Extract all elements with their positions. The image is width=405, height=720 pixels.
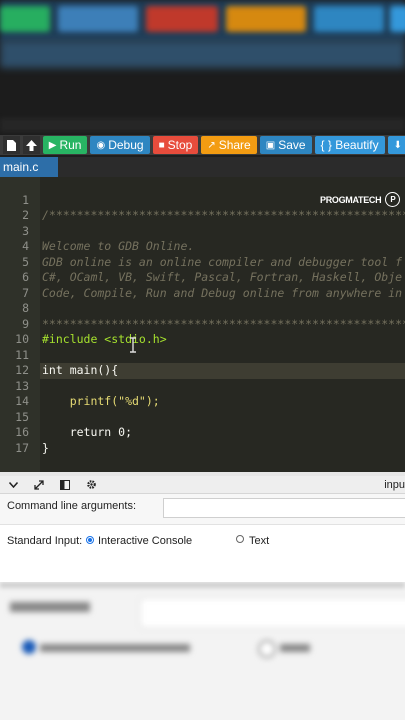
gear-icon[interactable] bbox=[78, 476, 104, 493]
code-line: 6 Code, Compile, Run and Debug online fr… bbox=[22, 270, 403, 300]
io-panel: inpu Command line arguments: Standard In… bbox=[0, 476, 405, 582]
chevron-down-icon[interactable] bbox=[0, 476, 26, 493]
panel-toolbar: inpu bbox=[0, 476, 405, 494]
blurred-background-bottom bbox=[0, 582, 405, 720]
command-line-label: Command line arguments: bbox=[7, 500, 137, 512]
share-label: Share bbox=[218, 138, 251, 152]
code-line-active: 13 printf("%d"); bbox=[15, 378, 160, 409]
progmatech-logo-icon: P bbox=[385, 192, 401, 207]
download-icon: ⬇ bbox=[393, 139, 402, 151]
code-line: 3 Welcome to GDB Online. bbox=[22, 223, 195, 254]
code-line: 9 #include <stdio.h> bbox=[22, 316, 167, 347]
stop-label: Stop bbox=[167, 138, 193, 152]
text-radio[interactable] bbox=[236, 535, 244, 543]
code-line: 12 bbox=[15, 363, 29, 377]
standard-input-row: Standard Input: Interactive Console Text bbox=[0, 526, 405, 556]
share-button[interactable]: ↗ Share bbox=[201, 136, 257, 154]
command-line-input[interactable] bbox=[163, 498, 405, 518]
code-line: 16 } bbox=[15, 425, 49, 455]
expand-icon[interactable] bbox=[26, 476, 52, 493]
debug-icon: ◉ bbox=[96, 139, 106, 151]
progmatech-watermark: PROGMATECH P bbox=[320, 192, 401, 207]
debug-label: Debug bbox=[108, 138, 144, 152]
download-button[interactable]: ⬇ bbox=[387, 136, 405, 154]
text-label[interactable]: Text bbox=[249, 535, 269, 547]
save-icon: ▣ bbox=[265, 139, 276, 151]
standard-input-label: Standard Input: bbox=[7, 535, 83, 547]
code-line: 14 bbox=[15, 394, 29, 408]
blurred-background-top bbox=[0, 0, 405, 135]
play-icon: ▶ bbox=[48, 139, 57, 151]
beautify-label: { } Beautify bbox=[320, 138, 379, 152]
upload-icon[interactable] bbox=[22, 136, 40, 154]
code-line: 5 C#, OCaml, VB, Swift, Pascal, Fortran,… bbox=[22, 254, 403, 285]
code-line: 7 bbox=[22, 285, 29, 300]
run-button[interactable]: ▶ Run bbox=[42, 136, 88, 154]
share-icon: ↗ bbox=[207, 139, 216, 151]
command-line-row: Command line arguments: bbox=[0, 494, 405, 525]
stop-icon: ■ bbox=[158, 139, 165, 151]
code-line: 4 GDB online is an online compiler and d… bbox=[22, 239, 403, 269]
interactive-console-label[interactable]: Interactive Console bbox=[98, 535, 192, 547]
debug-button[interactable]: ◉ Debug bbox=[90, 136, 150, 154]
code-line: 15 return 0; bbox=[15, 409, 133, 440]
text-cursor-icon bbox=[130, 337, 136, 353]
run-label: Run bbox=[59, 138, 82, 152]
stop-button[interactable]: ■ Stop bbox=[152, 136, 199, 154]
save-label: Save bbox=[278, 138, 306, 152]
input-tab[interactable]: inpu bbox=[384, 476, 405, 493]
main-toolbar: ▶ Run ◉ Debug ■ Stop ↗ Share ▣ Save { } … bbox=[0, 135, 405, 155]
code-editor[interactable]: 1 /*************************************… bbox=[0, 177, 405, 472]
interactive-console-radio[interactable] bbox=[86, 536, 94, 544]
file-tab-bar: main.c bbox=[0, 157, 405, 177]
code-line: 8 **************************************… bbox=[22, 301, 405, 331]
code-line: 17 bbox=[15, 440, 29, 455]
save-button[interactable]: ▣ Save bbox=[259, 136, 312, 154]
code-line: 10 bbox=[15, 332, 29, 346]
layout-icon[interactable] bbox=[52, 476, 78, 493]
file-tab-main-c[interactable]: main.c bbox=[0, 157, 58, 177]
code-line: 1 /*************************************… bbox=[22, 192, 405, 223]
code-line: 11 int main(){ bbox=[15, 347, 119, 378]
new-file-icon[interactable] bbox=[3, 136, 20, 154]
beautify-button[interactable]: { } Beautify bbox=[314, 136, 385, 154]
